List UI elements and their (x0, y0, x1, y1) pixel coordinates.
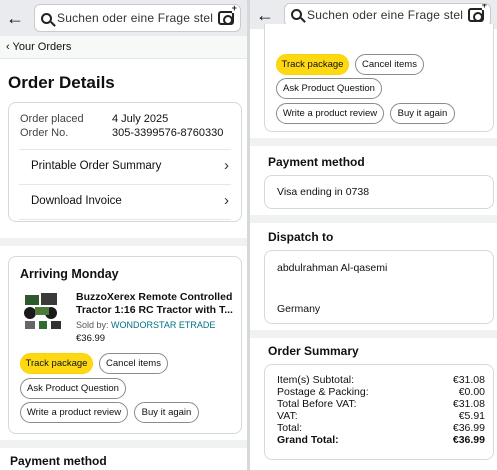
summary-value: €36.99 (452, 434, 485, 446)
buy-again-button[interactable]: Buy it again (390, 103, 455, 124)
summary-row-before-vat: Total Before VAT: €31.08 (277, 398, 485, 410)
order-number-value: 305-3399576-8760330 (112, 127, 224, 139)
search-input[interactable]: Suchen oder eine Frage stel... (284, 2, 491, 27)
order-number-label: Order No. (20, 127, 69, 139)
left-pane: ← Suchen oder eine Frage stel... ‹ Your … (0, 0, 247, 470)
summary-label: Item(s) Subtotal: (277, 374, 355, 386)
summary-value: €5.91 (458, 410, 485, 422)
section-separator (250, 215, 497, 223)
search-placeholder: Suchen oder eine Frage stel... (57, 11, 213, 25)
page-title: Order Details (8, 73, 115, 92)
divider (19, 149, 231, 150)
track-package-button[interactable]: Track package (20, 353, 93, 374)
download-invoice-link[interactable]: Download Invoice › (19, 192, 237, 209)
product-title-line-1: BuzzoXerex Remote Controlled (76, 291, 233, 303)
section-separator (250, 330, 497, 338)
section-separator (0, 440, 247, 448)
order-info-card: Order placed 4 July 2025 Order No. 305-3… (8, 102, 242, 222)
product-image[interactable] (21, 289, 65, 333)
sold-by: Sold by: WONDORSTAR ETRADE (76, 320, 215, 330)
summary-row-subtotal: Item(s) Subtotal: €31.08 (277, 374, 485, 386)
camera-icon[interactable] (218, 5, 238, 25)
dispatch-card: abdulrahman Al-qasemi Germany (264, 250, 494, 324)
divider (19, 219, 231, 220)
right-pane: €36.99 ← Suchen oder eine Frage stel... … (250, 0, 497, 470)
summary-value: €0.00 (458, 386, 485, 398)
download-invoice-label: Download Invoice (31, 195, 122, 207)
search-header: ← Suchen oder eine Frage stel... (0, 0, 247, 36)
seller-link[interactable]: WONDORSTAR ETRADE (111, 320, 215, 330)
summary-value: €31.08 (452, 398, 485, 410)
ask-product-question-button[interactable]: Ask Product Question (276, 78, 382, 99)
sold-by-label: Sold by: (76, 320, 109, 330)
summary-label: VAT: (277, 410, 298, 422)
chevron-right-icon: › (224, 192, 229, 209)
track-package-button[interactable]: Track package (276, 54, 349, 75)
payment-method-title: Payment method (268, 155, 365, 169)
buy-again-button[interactable]: Buy it again (134, 402, 199, 423)
summary-row-total: Total: €36.99 (277, 422, 485, 434)
summary-row-postage: Postage & Packing: €0.00 (277, 386, 485, 398)
summary-label: Total: (277, 422, 303, 434)
summary-label: Grand Total: (277, 434, 339, 446)
order-placed-value: 4 July 2025 (112, 113, 169, 125)
summary-label: Total Before VAT: (277, 398, 357, 410)
shipment-card: Arriving Monday BuzzoXerex Remote Contro… (8, 256, 242, 434)
product-title[interactable]: BuzzoXerex Remote Controlled Tractor 1:1… (76, 291, 233, 317)
cancel-items-button[interactable]: Cancel items (355, 54, 424, 75)
back-arrow-icon[interactable]: ← (6, 9, 28, 27)
product-title-line-2: Tractor 1:16 RC Tractor with T... (76, 304, 233, 316)
printable-order-summary-label: Printable Order Summary (31, 160, 162, 172)
order-summary-card: Item(s) Subtotal: €31.08 Postage & Packi… (264, 364, 494, 460)
payment-card-text: Visa ending in 0738 (277, 186, 370, 198)
cancel-items-button[interactable]: Cancel items (99, 353, 168, 374)
summary-row-grand-total: Grand Total: €36.99 (277, 434, 485, 446)
chevron-right-icon: › (224, 157, 229, 174)
camera-icon[interactable] (468, 3, 488, 22)
breadcrumb-your-orders[interactable]: ‹ Your Orders (6, 41, 71, 53)
divider (19, 184, 231, 185)
summary-row-vat: VAT: €5.91 (277, 410, 485, 422)
arriving-title: Arriving Monday (20, 267, 119, 281)
search-icon (291, 9, 302, 20)
printable-order-summary-link[interactable]: Printable Order Summary › (19, 157, 237, 174)
ask-product-question-button[interactable]: Ask Product Question (20, 378, 126, 399)
summary-value: €31.08 (452, 374, 485, 386)
shipment-card-continued: Track package Cancel items Ask Product Q… (264, 24, 494, 132)
order-placed-label: Order placed (20, 113, 84, 125)
recipient-name: abdulrahman Al-qasemi (277, 262, 388, 274)
section-separator (0, 238, 247, 246)
dispatch-to-title: Dispatch to (268, 230, 334, 244)
summary-label: Postage & Packing: (277, 386, 369, 398)
search-input[interactable]: Suchen oder eine Frage stel... (34, 4, 241, 32)
product-price: €36.99 (76, 333, 106, 344)
section-separator (250, 138, 497, 146)
search-icon (41, 12, 52, 24)
summary-value: €36.99 (452, 422, 485, 434)
write-review-button[interactable]: Write a product review (20, 402, 128, 423)
payment-card: Visa ending in 0738 (264, 175, 494, 209)
recipient-country: Germany (277, 303, 321, 315)
order-summary-title: Order Summary (268, 344, 359, 358)
write-review-button[interactable]: Write a product review (276, 103, 384, 124)
search-placeholder: Suchen oder eine Frage stel... (307, 7, 463, 22)
payment-method-title: Payment method (10, 454, 107, 468)
back-arrow-icon[interactable]: ← (256, 6, 278, 24)
